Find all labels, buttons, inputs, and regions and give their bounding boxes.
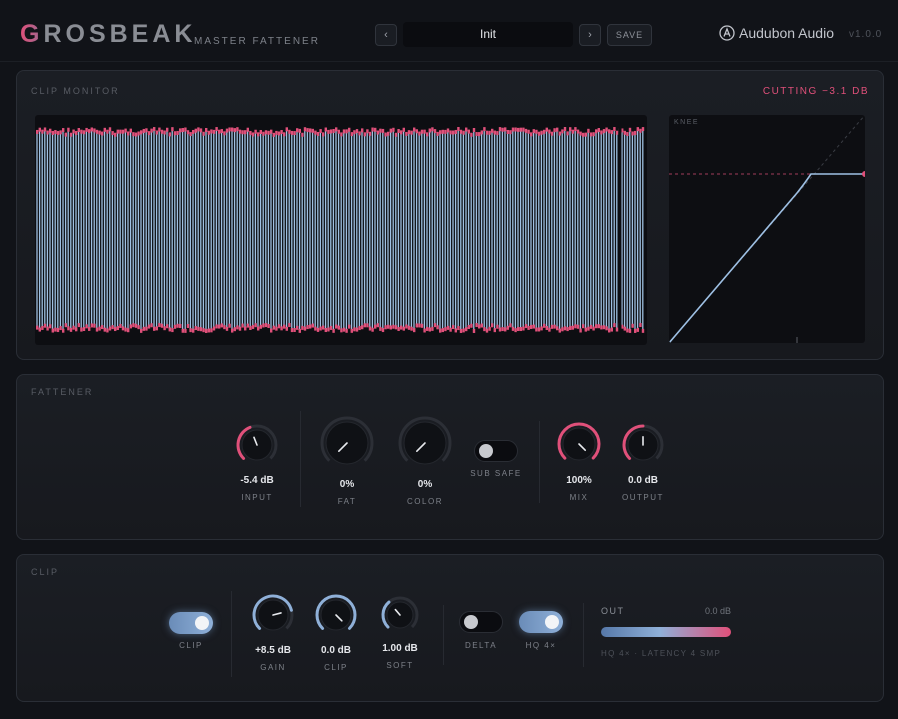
clip-knob-dial[interactable] (314, 593, 358, 637)
input-knob-dial[interactable] (235, 423, 279, 467)
next-preset-button[interactable]: › (579, 24, 601, 46)
input-label: INPUT (241, 493, 273, 502)
fat-label: FAT (337, 497, 357, 506)
clip-value: 0.0 dB (320, 645, 351, 656)
waveform-graph (36, 125, 645, 335)
clip-divider-3 (583, 603, 584, 667)
clip-enable-label: CLIP (179, 641, 203, 650)
knee-display: KNEE (669, 115, 865, 343)
knee-curve-graph (669, 115, 865, 343)
clip-title: CLIP (31, 567, 60, 577)
latency-info: HQ 4× · LATENCY 4 SMP (601, 649, 722, 658)
delta-label: DELTA (464, 641, 498, 650)
gain-value: +8.5 dB (255, 645, 291, 656)
clip-monitor-panel: CLIP MONITOR CUTTING −3.1 DB KNEE (16, 70, 884, 360)
input-knob[interactable]: -5.4 dB INPUT (227, 423, 287, 502)
app-subtitle: MASTER FATTENER (194, 36, 320, 47)
soft-label: SOFT (386, 661, 414, 670)
fattener-divider-2 (539, 421, 540, 503)
out-level-meter (601, 627, 731, 637)
hq-toggle[interactable] (519, 611, 563, 633)
clip-divider-2 (443, 605, 444, 665)
soft-value: 1.00 dB (382, 643, 418, 654)
mix-knob-dial[interactable] (556, 421, 602, 467)
clip-knob[interactable]: 0.0 dB CLIP (306, 593, 366, 672)
knee-threshold-handle[interactable] (862, 171, 865, 177)
sub-safe-toggle-thumb (479, 444, 493, 458)
color-value: 0% (417, 479, 433, 490)
output-label: OUTPUT (622, 493, 664, 502)
soft-knob[interactable]: 1.00 dB SOFT (370, 595, 430, 670)
brand-label: Audubon Audio (719, 25, 834, 41)
waveform-display (35, 115, 647, 345)
output-value: 0.0 dB (627, 475, 658, 486)
sub-safe-label: SUB SAFE (470, 469, 522, 478)
cutting-status: CUTTING −3.1 DB (762, 86, 869, 97)
fat-knob-dial[interactable] (319, 415, 375, 471)
hq-label: HQ 4× (525, 641, 557, 650)
app-logo: GROSBEAK (20, 20, 197, 48)
header-bar: GROSBEAK MASTER FATTENER ‹ Init › SAVE A… (0, 0, 898, 62)
mix-label: MIX (569, 493, 589, 502)
clip-panel: CLIP CLIP +8.5 dB GAIN 0.0 dB CLIP 1.00 … (16, 554, 884, 702)
output-knob-dial[interactable] (621, 423, 665, 467)
mix-knob[interactable]: 100% MIX (549, 421, 609, 502)
delta-toggle-thumb (464, 615, 478, 629)
clip-divider-1 (231, 591, 232, 677)
knee-label: KNEE (674, 119, 700, 126)
clip-enable-toggle[interactable] (169, 612, 213, 634)
out-meter-label: OUT (601, 606, 625, 616)
prev-preset-button[interactable]: ‹ (375, 24, 397, 46)
color-knob[interactable]: 0% COLOR (395, 415, 455, 506)
fattener-divider-1 (300, 411, 301, 507)
save-button[interactable]: SAVE (607, 24, 652, 46)
color-knob-dial[interactable] (397, 415, 453, 471)
clip-monitor-title: CLIP MONITOR (31, 86, 120, 96)
fat-value: 0% (339, 479, 355, 490)
color-label: COLOR (407, 497, 443, 506)
delta-toggle[interactable] (459, 611, 503, 633)
input-value: -5.4 dB (240, 475, 274, 486)
sub-safe-toggle[interactable] (474, 440, 518, 462)
fat-knob[interactable]: 0% FAT (317, 415, 377, 506)
soft-knob-dial[interactable] (380, 595, 420, 635)
fattener-panel: FATTENER -5.4 dB INPUT 0% FAT 0% COLOR S… (16, 374, 884, 540)
preset-name-display[interactable]: Init (403, 22, 573, 47)
version-label: v1.0.0 (849, 29, 883, 40)
hq-toggle-thumb (545, 615, 559, 629)
clip-label: CLIP (324, 663, 348, 672)
knee-transfer-curve (669, 173, 865, 343)
out-meter-value: 0.0 dB (705, 606, 732, 616)
clip-enable-toggle-thumb (195, 616, 209, 630)
output-knob[interactable]: 0.0 dB OUTPUT (613, 423, 673, 502)
fattener-title: FATTENER (31, 387, 94, 397)
mix-value: 100% (566, 475, 592, 486)
gain-label: GAIN (260, 663, 286, 672)
audubon-logo-icon (719, 25, 735, 41)
gain-knob[interactable]: +8.5 dB GAIN (243, 593, 303, 672)
gain-knob-dial[interactable] (251, 593, 295, 637)
